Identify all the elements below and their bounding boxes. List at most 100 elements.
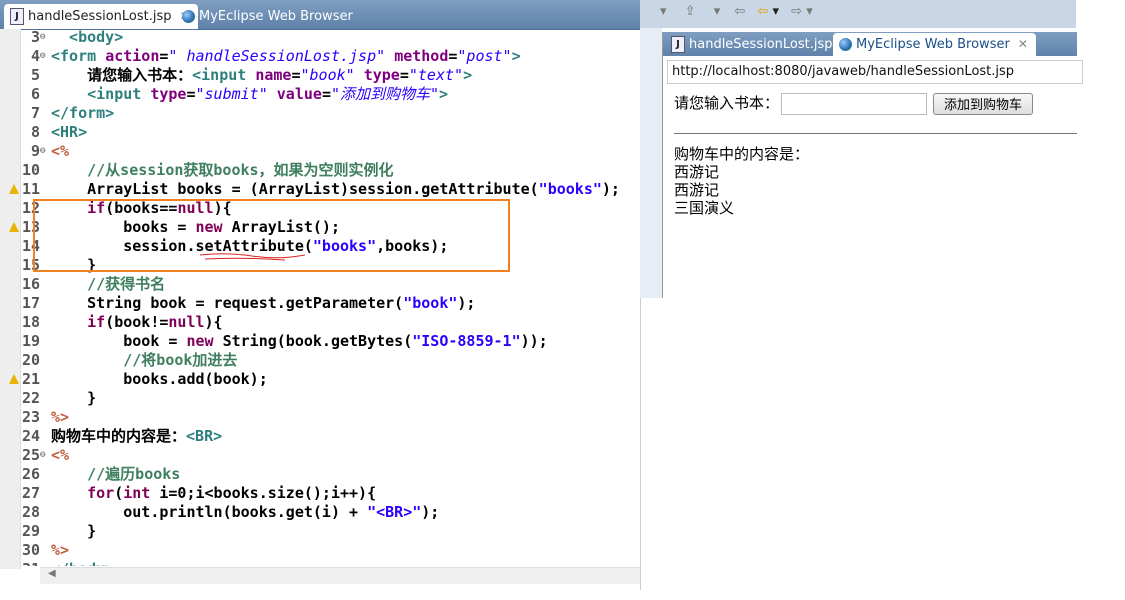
line-number: 4: [30, 47, 40, 65]
code-token: <%: [51, 142, 70, 160]
book-prompt: 请您输入书本：: [674, 94, 780, 112]
code-token: String(book.getBytes(: [213, 332, 413, 350]
tab-label: handleSessionLost.jsp: [689, 37, 833, 52]
code-token: );: [601, 180, 620, 198]
code-token: i=0;i<books.size();i++){: [150, 484, 377, 502]
code-text: //获得书名: [51, 275, 165, 294]
code-token: String book = request.getParameter(: [51, 294, 404, 312]
code-text: <body>: [51, 28, 123, 47]
code-token: action: [105, 47, 160, 65]
line-number: 20: [21, 351, 40, 369]
code-token: "post": [457, 47, 512, 65]
line-number: 3: [30, 28, 40, 46]
fold-icon[interactable]: ⊖: [40, 47, 50, 66]
line-number: 27: [21, 484, 40, 502]
code-line: 31 </body>: [0, 560, 640, 566]
code-line: 10 //从session获取books，如果为空则实例化: [0, 161, 640, 180]
warning-icon[interactable]: [9, 184, 19, 194]
code-token: books.add(book);: [51, 370, 268, 388]
code-text: </form>: [51, 104, 114, 123]
globe-icon: [182, 10, 195, 23]
web-browser: J handleSessionLost.jsp MyEclipse Web Br…: [662, 32, 1083, 298]
code-token: %>: [51, 408, 70, 426]
code-token: ));: [520, 332, 548, 350]
dropdown-icon[interactable]: ▾: [772, 4, 779, 19]
code-token: //将book加进去: [51, 351, 238, 369]
back-disabled-icon[interactable]: ⇦: [734, 4, 745, 19]
scroll-left-icon[interactable]: ◀: [48, 568, 56, 579]
close-icon[interactable]: ✕: [1018, 33, 1028, 56]
globe-icon: [839, 38, 852, 51]
cart-item: 三国演义: [674, 199, 735, 217]
tab-handlesessionlost-jsp[interactable]: J handleSessionLost.jsp ✕: [4, 4, 198, 29]
cart-item: 西游记: [674, 181, 720, 199]
warning-icon[interactable]: [9, 374, 19, 384]
code-token: new: [186, 332, 214, 350]
code-line: 21 books.add(book);: [0, 370, 640, 389]
tab-handlesessionlost-jsp[interactable]: J handleSessionLost.jsp: [665, 33, 841, 56]
add-to-cart-button[interactable]: 添加到购物车: [933, 92, 1034, 115]
fold-icon[interactable]: ⊖: [40, 28, 50, 47]
code-token: "books": [538, 180, 602, 198]
code-line: 16 //获得书名: [0, 275, 640, 294]
code-line: 24 购物车中的内容是：<BR>: [0, 427, 640, 446]
code-token: >: [463, 66, 473, 84]
book-input[interactable]: [781, 92, 928, 115]
code-token: type: [363, 66, 400, 84]
line-number: 16: [21, 275, 40, 293]
fold-icon[interactable]: ⊖: [40, 446, 50, 465]
code-area[interactable]: 3 ⊖ <body> 4 ⊖ <form action=" handleSessionL…: [0, 28, 640, 566]
code-text: }: [51, 389, 96, 408]
line-number: 26: [21, 465, 40, 483]
code-token: out.println(books.get(i) +: [51, 503, 368, 521]
code-line: 11 ArrayList books = (ArrayList)session.…: [0, 180, 640, 199]
page-form: 请您输入书本： 添加到购物车: [674, 92, 1034, 115]
forward-icon[interactable]: ⇨: [791, 4, 802, 19]
dropdown-icon[interactable]: ▾: [660, 4, 667, 19]
code-token: "book": [300, 66, 355, 84]
nav-icon[interactable]: ⇪: [685, 4, 696, 19]
tab-web-browser[interactable]: MyEclipse Web Browser ✕: [833, 33, 1036, 56]
code-line: 27 for(int i=0;i<books.size();i++){: [0, 484, 640, 503]
dropdown-icon[interactable]: ▾: [714, 4, 721, 19]
code-text: %>: [51, 541, 69, 560]
code-token: "book": [403, 294, 458, 312]
back-icon[interactable]: ⇦: [757, 4, 768, 19]
code-token: }: [51, 389, 97, 407]
code-text: books.add(book);: [51, 370, 268, 389]
line-number: 17: [21, 294, 40, 312]
line-number: 5: [30, 66, 40, 84]
code-token: "submit": [195, 85, 268, 103]
code-line: 7 </form>: [0, 104, 640, 123]
dropdown-icon[interactable]: ▾: [806, 4, 813, 19]
url-bar[interactable]: http://localhost:8080/javaweb/handleSess…: [667, 60, 1083, 84]
code-line: 6 <input type="submit" value="添加到购物车">: [0, 85, 640, 104]
code-line: 29 }: [0, 522, 640, 541]
code-text: <%: [51, 142, 69, 161]
fold-icon[interactable]: ⊖: [40, 142, 50, 161]
line-number: 25: [21, 446, 40, 464]
code-token: book =: [51, 332, 187, 350]
code-line: 8 <HR>: [0, 123, 640, 142]
code-token: "ISO-8859-1": [412, 332, 521, 350]
line-number: 11: [21, 180, 40, 198]
code-editor: J handleSessionLost.jsp ✕ MyEclipse Web …: [0, 0, 641, 590]
tab-web-browser[interactable]: MyEclipse Web Browser: [176, 4, 361, 29]
cart-list: 购物车中的内容是： 西游记 西游记 三国演义: [674, 145, 809, 217]
tab-label: handleSessionLost.jsp: [28, 9, 172, 24]
code-token: <body>: [51, 28, 124, 46]
code-line: 19 book = new String(book.getBytes("ISO-…: [0, 332, 640, 351]
code-text: 请您输入书本：<input name="book" type="text">: [51, 66, 472, 85]
cart-heading: 购物车中的内容是：: [674, 145, 810, 163]
cart-item: 西游记: [674, 163, 720, 181]
code-text: String book = request.getParameter("book…: [51, 294, 475, 313]
code-token: >: [439, 85, 449, 103]
warning-icon[interactable]: [9, 222, 19, 232]
code-token: <BR>: [186, 427, 223, 445]
line-number: 31: [20, 560, 40, 566]
horizontal-scrollbar[interactable]: ◀: [40, 567, 640, 584]
code-token: <form: [51, 47, 106, 65]
code-token: (: [114, 484, 124, 502]
